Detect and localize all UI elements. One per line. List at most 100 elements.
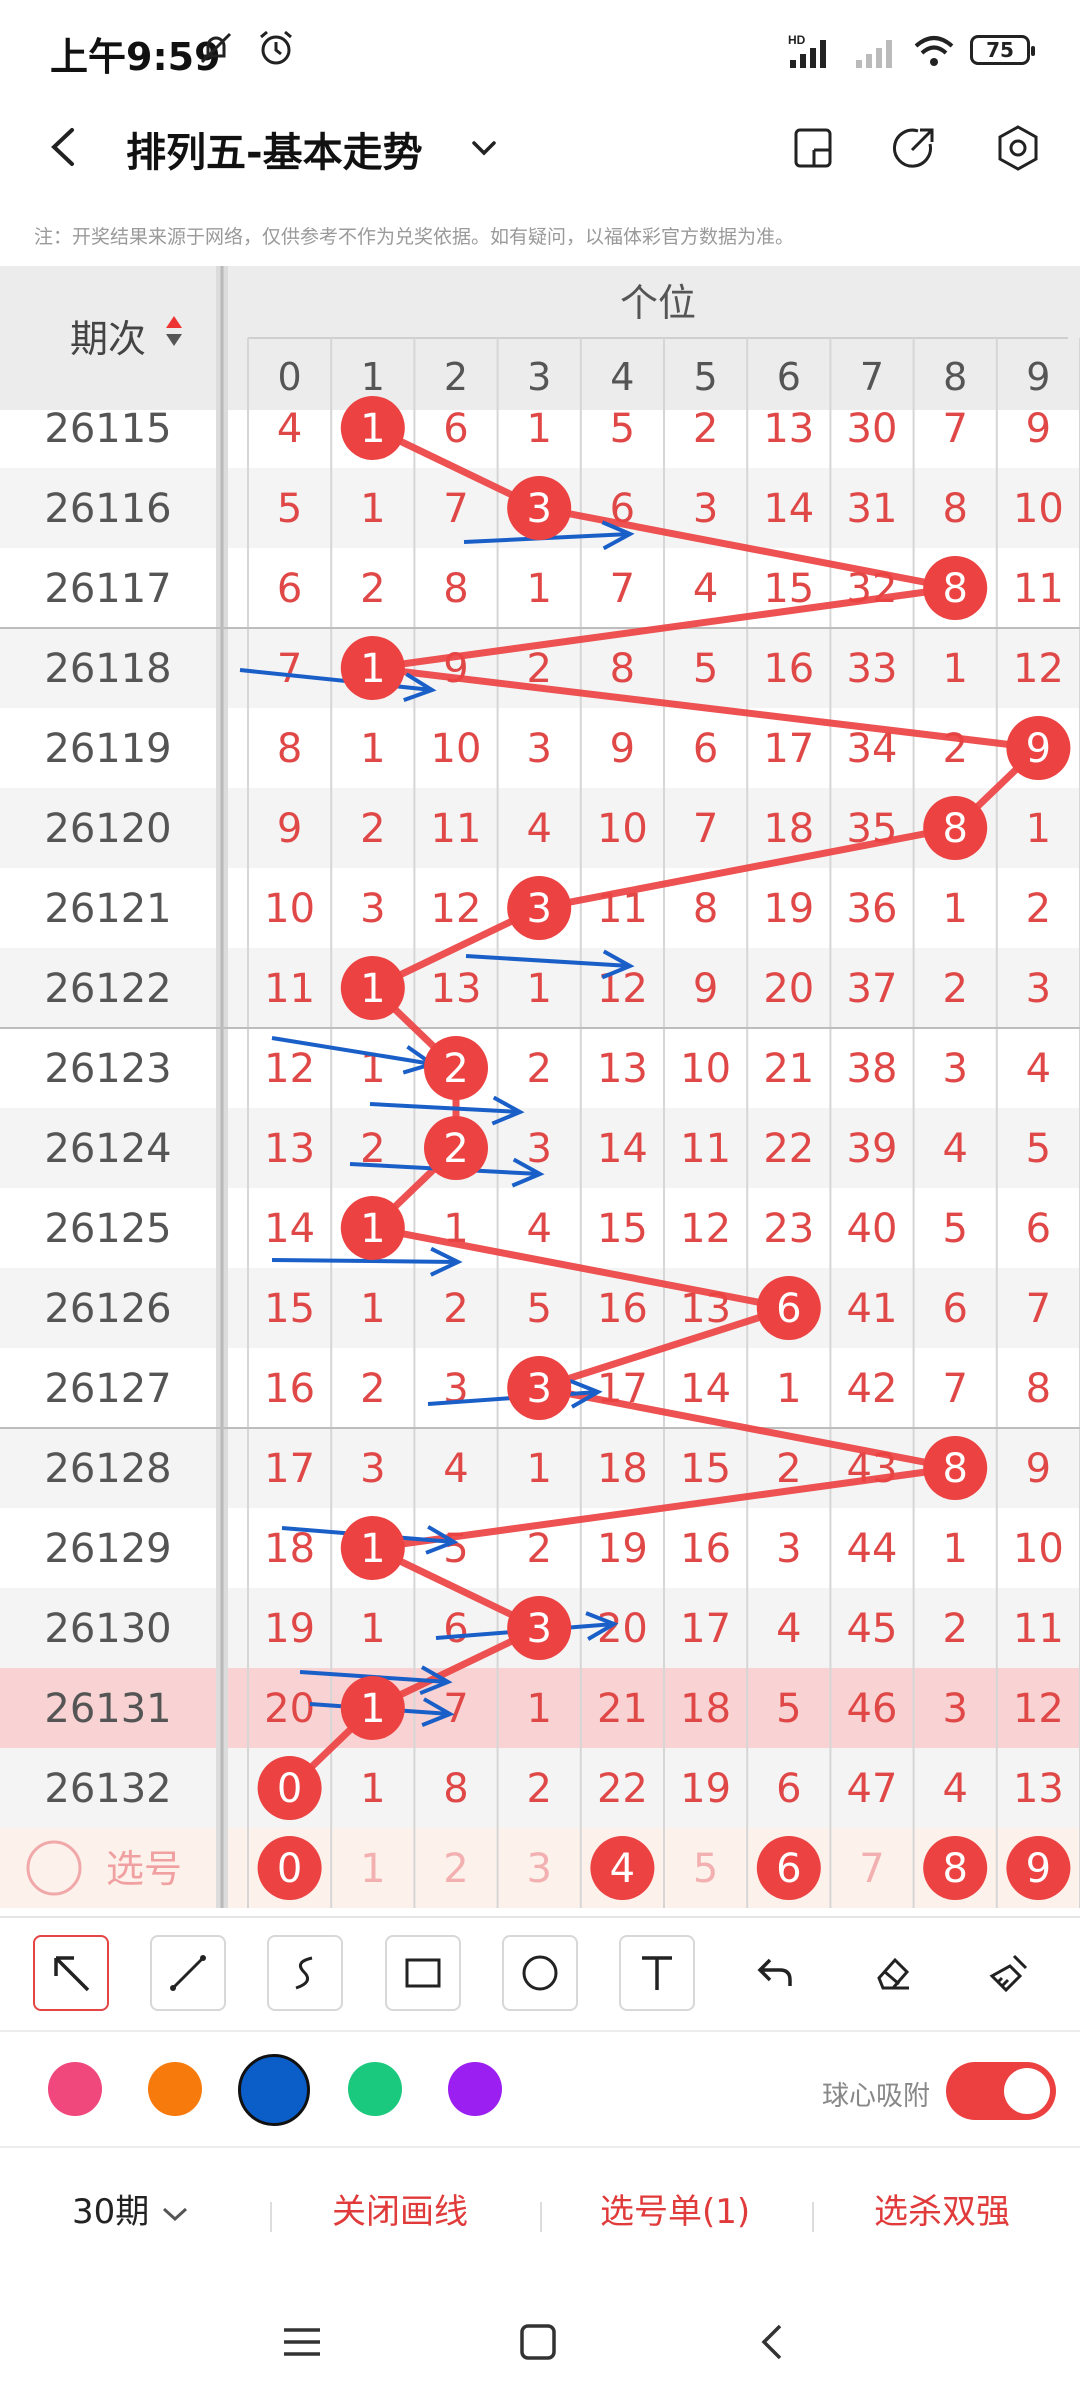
color-swatch-orange[interactable] xyxy=(148,2062,202,2116)
omission-value: 7 xyxy=(942,406,967,452)
select-ball-number[interactable]: 8 xyxy=(942,1846,967,1892)
periods-selector[interactable]: 30期 xyxy=(72,2184,190,2233)
back-nav-icon[interactable] xyxy=(752,2320,796,2364)
select-digit[interactable]: 2 xyxy=(443,1846,468,1892)
omission-value: 3 xyxy=(776,1526,801,1572)
snap-toggle[interactable] xyxy=(946,2062,1056,2120)
line-tool-button[interactable] xyxy=(149,1935,226,2011)
select-ball-number[interactable]: 4 xyxy=(610,1846,635,1892)
omission-value: 4 xyxy=(526,806,551,852)
curve-tool-button[interactable] xyxy=(267,1935,344,2011)
filter-button[interactable]: 选杀双强 xyxy=(874,2184,1010,2233)
app-header: 排列五-基本走势 xyxy=(0,100,1080,196)
omission-value: 16 xyxy=(597,1286,648,1332)
color-swatch-blue[interactable] xyxy=(238,2054,310,2126)
drawing-toolbar xyxy=(0,1916,1080,2028)
period-header[interactable]: 期次 xyxy=(70,317,146,361)
omission-value: 7 xyxy=(443,1686,468,1732)
select-ball-number[interactable]: 0 xyxy=(277,1846,302,1892)
color-swatch-purple[interactable] xyxy=(448,2062,502,2116)
omission-value: 12 xyxy=(1013,646,1064,692)
rect-tool-button[interactable] xyxy=(384,1935,461,2011)
omission-value: 9 xyxy=(1026,406,1051,452)
annotation-arrow[interactable] xyxy=(271,1258,459,1264)
omission-value: 11 xyxy=(680,1126,731,1172)
omission-value: 7 xyxy=(1026,1286,1051,1332)
share-icon[interactable] xyxy=(888,122,940,174)
status-time: 上午9:59 xyxy=(50,35,221,79)
screen-split-icon[interactable] xyxy=(788,122,840,174)
omission-value: 30 xyxy=(847,406,898,452)
undo-button[interactable] xyxy=(736,1935,813,2011)
arrow-tool-button[interactable] xyxy=(32,1935,109,2011)
chevron-down-icon[interactable] xyxy=(466,130,502,166)
clear-button[interactable] xyxy=(971,1935,1048,2011)
hit-ball-number: 3 xyxy=(526,886,551,932)
omission-value: 13 xyxy=(1013,1766,1064,1812)
period-label: 26122 xyxy=(44,966,171,1012)
select-label[interactable]: 选号 xyxy=(106,1847,182,1891)
omission-value: 22 xyxy=(597,1766,648,1812)
select-digit[interactable]: 1 xyxy=(360,1846,385,1892)
omission-value: 2 xyxy=(942,1606,967,1652)
omission-value: 4 xyxy=(693,566,718,612)
omission-value: 39 xyxy=(847,1126,898,1172)
select-digit[interactable]: 7 xyxy=(859,1846,884,1892)
color-swatch-pink[interactable] xyxy=(48,2062,102,2116)
omission-value: 14 xyxy=(264,1206,315,1252)
circle-tool-button[interactable] xyxy=(501,1935,578,2011)
line-icon xyxy=(169,1955,206,1991)
trend-chart[interactable]: 期次个位0 1 2 3 4 5 6 7 8 926115 4 6 1 5 2 13 30 7 926116 5 1 7 6 3… xyxy=(0,266,1080,1916)
omission-value: 3 xyxy=(942,1686,967,1732)
hit-ball-number: 6 xyxy=(776,1286,801,1332)
omission-value: 5 xyxy=(610,406,635,452)
eraser-button[interactable] xyxy=(853,1935,930,2011)
omission-value: 17 xyxy=(680,1606,731,1652)
omission-value: 2 xyxy=(693,406,718,452)
text-tool-button[interactable] xyxy=(619,1935,696,2011)
digit-header: 3 xyxy=(527,355,551,399)
hit-ball-number: 8 xyxy=(942,1446,967,1492)
mute-icon xyxy=(200,32,232,64)
close-lines-button[interactable]: 关闭画线 xyxy=(332,2184,468,2233)
group-header: 个位 xyxy=(620,281,696,325)
settings-icon[interactable] xyxy=(992,122,1044,174)
home-icon[interactable] xyxy=(516,2320,560,2364)
omission-value: 8 xyxy=(942,486,967,532)
hit-ball-number: 8 xyxy=(942,806,967,852)
omission-value: 2 xyxy=(360,1366,385,1412)
separator xyxy=(540,2202,542,2232)
back-icon[interactable] xyxy=(40,122,90,172)
broom-icon xyxy=(989,1954,1028,1993)
color-swatch-green[interactable] xyxy=(348,2062,402,2116)
select-ball-number[interactable]: 9 xyxy=(1026,1846,1051,1892)
page-title[interactable]: 排列五-基本走势 xyxy=(126,120,423,178)
omission-value: 33 xyxy=(847,646,898,692)
omission-value: 8 xyxy=(277,726,302,772)
menu-icon[interactable] xyxy=(280,2320,324,2364)
omission-value: 5 xyxy=(526,1286,551,1332)
omission-value: 11 xyxy=(264,966,315,1012)
omission-value: 13 xyxy=(763,406,814,452)
omission-value: 1 xyxy=(526,566,551,612)
omission-value: 17 xyxy=(264,1446,315,1492)
omission-value: 1 xyxy=(526,1686,551,1732)
omission-value: 42 xyxy=(847,1366,898,1412)
omission-value: 1 xyxy=(360,1606,385,1652)
undo-icon xyxy=(757,1958,792,1986)
omission-value: 7 xyxy=(277,646,302,692)
omission-value: 11 xyxy=(1013,1606,1064,1652)
select-digit[interactable]: 3 xyxy=(526,1846,551,1892)
omission-value: 1 xyxy=(360,1286,385,1332)
omission-value: 3 xyxy=(443,1366,468,1412)
omission-value: 23 xyxy=(763,1206,814,1252)
omission-value: 12 xyxy=(680,1206,731,1252)
network-type-label: HD xyxy=(788,33,806,47)
selection-list-button[interactable]: 选号单(1) xyxy=(600,2184,750,2233)
select-digit[interactable]: 5 xyxy=(693,1846,718,1892)
select-ball-number[interactable]: 6 xyxy=(776,1846,801,1892)
period-label: 26132 xyxy=(44,1766,171,1812)
toggle-knob xyxy=(1004,2068,1050,2114)
omission-value: 16 xyxy=(680,1526,731,1572)
omission-value: 4 xyxy=(277,406,302,452)
